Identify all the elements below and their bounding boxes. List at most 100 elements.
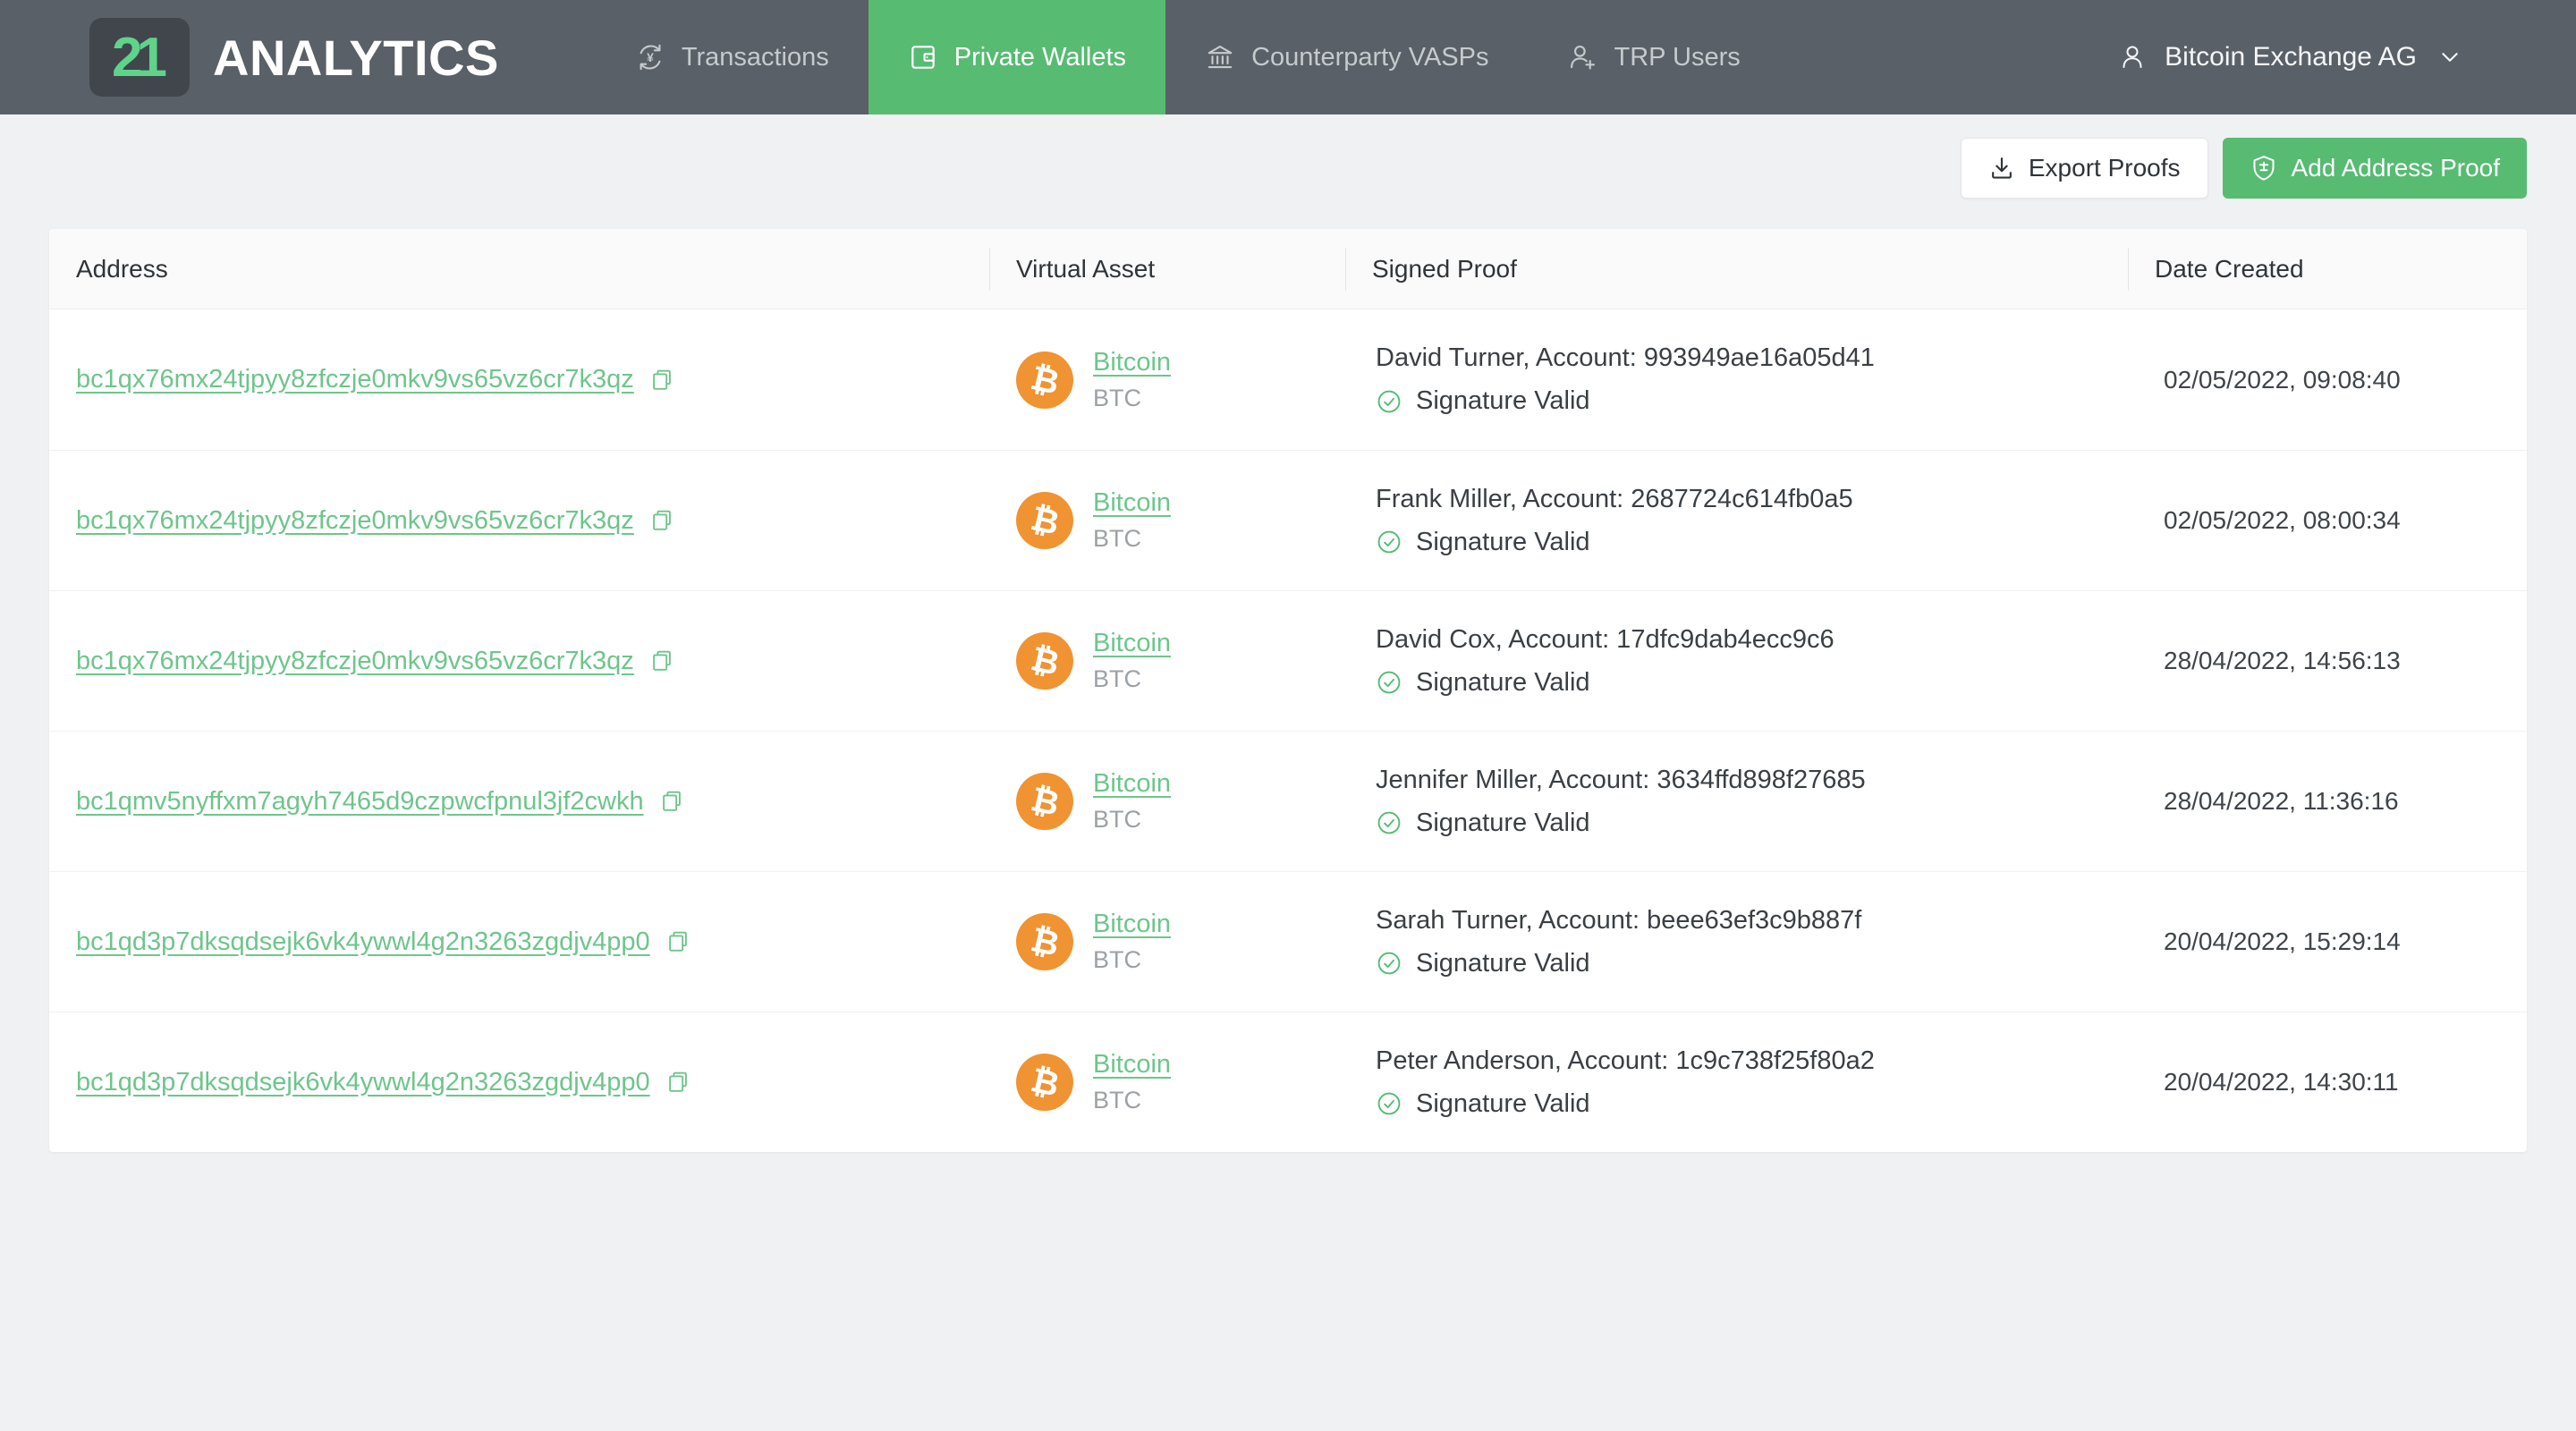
address-link[interactable]: bc1qx76mx24tjpyy8zfczje0mkv9vs65vz6cr7k3… [76,365,634,394]
bitcoin-icon: ₿ [1016,1054,1073,1111]
column-header-date-created: Date Created [2128,229,2527,309]
download-icon [1991,157,2012,179]
person-icon [2123,46,2142,68]
bitcoin-icon: ₿ [1016,351,1073,409]
check-circle-icon [1377,530,1401,554]
copy-icon[interactable] [648,367,675,394]
date-created: 20/04/2022, 14:30:11 [2164,1068,2399,1096]
table-row: bc1qmv5nyffxm7agyh7465d9czpwcfpnul3jf2cw… [49,731,2527,871]
tab-label: Private Wallets [953,42,1127,72]
copy-icon[interactable] [665,1069,691,1096]
signature-status-label: Signature Valid [1416,527,1590,556]
table-row: bc1qx76mx24tjpyy8zfczje0mkv9vs65vz6cr7k3… [49,590,2527,731]
signed-proof-text: David Turner, Account: 993949ae16a05d41 [1376,343,1875,372]
table-row: bc1qx76mx24tjpyy8zfczje0mkv9vs65vz6cr7k3… [49,450,2527,590]
address-link[interactable]: bc1qd3p7dksqdsejk6vk4ywwl4g2n3263zgdjv4p… [76,927,650,957]
copy-icon[interactable] [658,788,685,815]
check-circle-icon [1377,811,1401,834]
user-menu[interactable]: Bitcoin Exchange AG [2118,42,2462,72]
brand-logo[interactable]: 21 ANALYTICS [89,18,499,97]
signature-status: Signature Valid [1376,528,2128,557]
address-link[interactable]: bc1qx76mx24tjpyy8zfczje0mkv9vs65vz6cr7k3… [76,506,634,536]
logo-badge-number: 21 [112,26,167,89]
tab-private-wallets[interactable]: Private Wallets [868,0,1166,114]
copy-icon[interactable] [648,507,675,534]
table-row: bc1qd3p7dksqdsejk6vk4ywwl4g2n3263zgdjv4p… [49,871,2527,1012]
table-row: bc1qd3p7dksqdsejk6vk4ywwl4g2n3263zgdjv4p… [49,1012,2527,1152]
table-row: bc1qx76mx24tjpyy8zfczje0mkv9vs65vz6cr7k3… [49,309,2527,450]
column-header-signed-proof: Signed Proof [1345,229,2128,309]
signed-proof-text: Sarah Turner, Account: beee63ef3c9b887f [1376,905,1862,935]
export-proofs-button[interactable]: Export Proofs [1960,138,2208,199]
tab-label: Transactions [681,42,829,72]
shield-certificate-icon [2253,156,2275,181]
logo-21-badge: 21 [89,18,190,97]
copy-icon[interactable] [665,928,691,955]
bitcoin-icon: ₿ [1016,773,1073,830]
signed-proof-text: Frank Miller, Account: 2687724c614fb0a5 [1376,484,1853,513]
signature-status: Signature Valid [1376,386,2128,416]
currency-exchange-icon: ¥ [640,44,661,71]
check-circle-icon [1377,390,1401,412]
asset-link[interactable]: Bitcoin [1093,629,1171,658]
bitcoin-icon: ₿ [1016,492,1073,549]
date-created: 28/04/2022, 11:36:16 [2164,787,2399,815]
toolbar: Export Proofs Add Address Proof [0,114,2576,199]
asset-link[interactable]: Bitcoin [1093,1050,1171,1080]
asset-ticker: BTC [1093,1087,1141,1113]
bank-icon [1208,46,1233,69]
copy-icon[interactable] [648,648,675,674]
signature-status: Signature Valid [1376,809,2128,838]
signed-proof-text: Jennifer Miller, Account: 3634ffd898f276… [1376,765,1866,794]
date-created: 28/04/2022, 14:56:13 [2164,647,2401,674]
asset-ticker: BTC [1093,384,1141,411]
column-header-virtual-asset: Virtual Asset [989,229,1345,309]
signature-status-label: Signature Valid [1416,948,1590,978]
address-proofs-table: Address Virtual Asset Signed Proof Date … [49,229,2527,1152]
check-circle-icon [1377,1092,1401,1115]
tab-trp-users[interactable]: TRP Users [1528,0,1779,114]
address-link[interactable]: bc1qx76mx24tjpyy8zfczje0mkv9vs65vz6cr7k3… [76,647,634,676]
check-circle-icon [1377,952,1401,975]
add-address-proof-label: Add Address Proof [2291,154,2500,182]
date-created: 02/05/2022, 09:08:40 [2164,365,2401,394]
svg-text:¥: ¥ [647,50,654,64]
signed-proof-text: David Cox, Account: 17dfc9dab4ecc9c6 [1376,624,1835,654]
signature-status-label: Signature Valid [1416,386,1590,415]
asset-ticker: BTC [1093,806,1141,833]
asset-link[interactable]: Bitcoin [1093,769,1171,799]
signature-status-label: Signature Valid [1416,1088,1590,1118]
check-circle-icon [1377,671,1401,694]
signature-status-label: Signature Valid [1416,667,1590,697]
user-menu-label: Bitcoin Exchange AG [2165,42,2417,72]
asset-link[interactable]: Bitcoin [1093,488,1171,518]
asset-ticker: BTC [1093,665,1141,692]
signature-status-label: Signature Valid [1416,808,1590,837]
tab-label: TRP Users [1614,42,1741,72]
tab-label: Counterparty VASPs [1251,42,1489,72]
address-link[interactable]: bc1qmv5nyffxm7agyh7465d9czpwcfpnul3jf2cw… [76,787,644,817]
nav-tabs: ¥ Transactions Private Wallets Counterpa… [596,0,1780,114]
export-proofs-label: Export Proofs [2028,154,2181,182]
tab-transactions[interactable]: ¥ Transactions [596,0,869,114]
signed-proof-text: Peter Anderson, Account: 1c9c738f25f80a2 [1376,1046,1875,1075]
top-nav: 21 ANALYTICS ¥ Transactions Private Wall… [0,0,2576,114]
wallet-icon [911,46,935,69]
brand-name: ANALYTICS [213,29,499,86]
add-address-proof-button[interactable]: Add Address Proof [2222,138,2527,199]
signature-status: Signature Valid [1376,668,2128,698]
asset-ticker: BTC [1093,525,1141,552]
asset-link[interactable]: Bitcoin [1093,910,1171,939]
user-plus-icon [1571,46,1596,70]
tab-counterparty-vasps[interactable]: Counterparty VASPs [1165,0,1528,114]
date-created: 20/04/2022, 15:29:14 [2164,927,2401,955]
address-link[interactable]: bc1qd3p7dksqdsejk6vk4ywwl4g2n3263zgdjv4p… [76,1068,650,1097]
chevron-down-icon [2442,53,2458,62]
column-header-address: Address [76,254,168,283]
signature-status: Signature Valid [1376,1089,2128,1119]
bitcoin-icon: ₿ [1016,913,1073,970]
signature-status: Signature Valid [1376,949,2128,978]
bitcoin-icon: ₿ [1016,632,1073,690]
asset-link[interactable]: Bitcoin [1093,348,1171,377]
table-header: Address Virtual Asset Signed Proof Date … [49,229,2527,309]
